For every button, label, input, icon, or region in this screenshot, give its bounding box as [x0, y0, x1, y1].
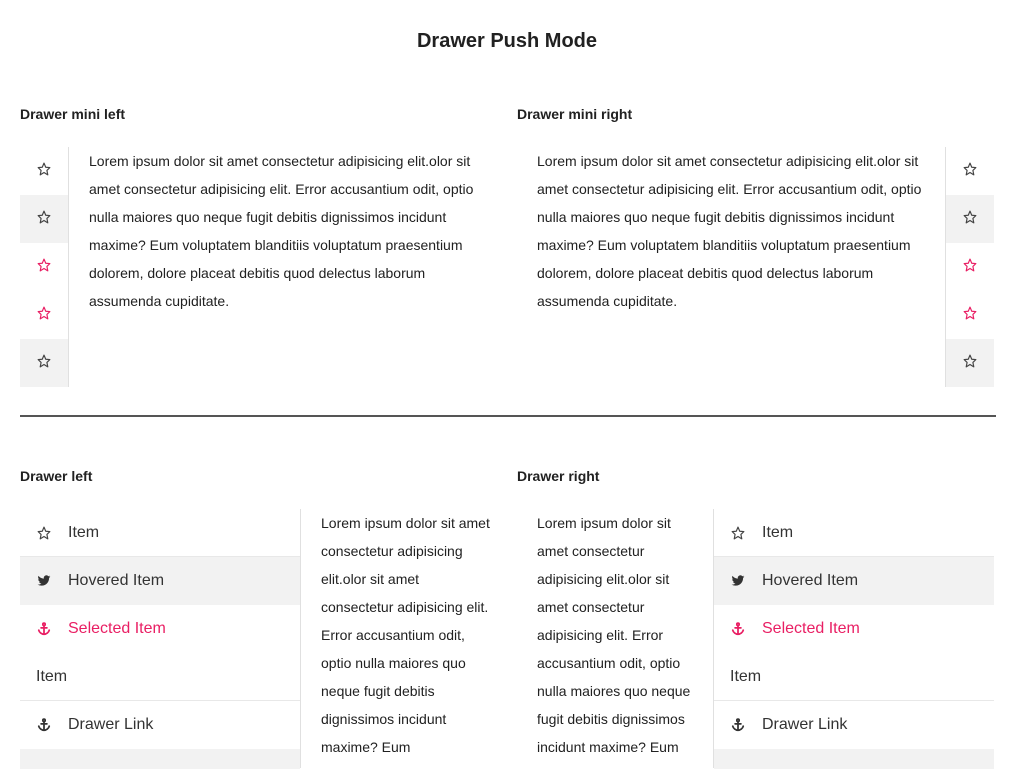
mini-item[interactable] — [946, 147, 994, 195]
content-text: Lorem ipsum dolor sit amet consectetur a… — [89, 153, 474, 309]
drawer-link-label: Drawer Link — [68, 716, 154, 733]
drawer-item-partial[interactable] — [20, 749, 300, 769]
star-outline-icon — [963, 258, 977, 277]
drawer-item-plain[interactable]: Item — [20, 653, 300, 701]
mini-item-selected[interactable] — [20, 291, 68, 339]
section-title-right: Drawer right — [517, 468, 600, 484]
anchor-icon — [20, 622, 68, 636]
drawer-item-label: Hovered Item — [762, 572, 859, 589]
drawer-right: Item Hovered Item Selected Item Item Dra… — [713, 509, 994, 769]
star-outline-icon — [20, 526, 68, 540]
drawer-item-selected[interactable]: Selected Item — [714, 605, 994, 653]
star-outline-icon — [963, 162, 977, 181]
twitter-icon — [714, 574, 762, 588]
section-title-mini-right: Drawer mini right — [517, 106, 633, 122]
section-divider — [20, 415, 996, 417]
star-outline-icon — [37, 354, 51, 373]
drawer-left: Item Hovered Item Selected Item Item Dra… — [20, 509, 301, 769]
star-outline-icon — [37, 210, 51, 229]
mini-item[interactable] — [20, 147, 68, 195]
star-outline-icon — [37, 306, 51, 325]
mini-item-hovered[interactable] — [20, 339, 68, 387]
anchor-icon — [20, 718, 68, 732]
drawer-link[interactable]: Drawer Link — [714, 701, 994, 749]
mini-item-selected[interactable] — [20, 243, 68, 291]
star-outline-icon — [37, 162, 51, 181]
star-outline-icon — [37, 258, 51, 277]
mini-drawer-left — [20, 147, 69, 387]
mini-item-selected[interactable] — [946, 243, 994, 291]
star-outline-icon — [963, 210, 977, 229]
anchor-icon — [714, 718, 762, 732]
drawer-item-label: Item — [730, 667, 762, 685]
drawer-item[interactable]: Item — [714, 509, 994, 557]
content-text: Lorem ipsum dolor sit amet consectetur a… — [321, 515, 490, 755]
drawer-item-label: Selected Item — [68, 620, 166, 637]
section-title-left: Drawer left — [20, 468, 93, 484]
drawer-item-label: Selected Item — [762, 620, 860, 637]
mini-item-hovered[interactable] — [946, 195, 994, 243]
drawer-link-label: Drawer Link — [762, 716, 848, 733]
mini-item-hovered[interactable] — [20, 195, 68, 243]
star-outline-icon — [714, 526, 762, 540]
mini-drawer-right — [945, 147, 994, 387]
drawer-item-plain[interactable]: Item — [714, 653, 994, 701]
drawer-item-selected[interactable]: Selected Item — [20, 605, 300, 653]
drawer-link[interactable]: Drawer Link — [20, 701, 300, 749]
drawer-item-label: Item — [68, 523, 100, 541]
content-text: Lorem ipsum dolor sit amet consectetur a… — [537, 515, 691, 755]
drawer-item-label: Item — [36, 667, 68, 685]
section-title-mini-left: Drawer mini left — [20, 106, 126, 122]
twitter-icon — [20, 574, 68, 588]
mini-item-hovered[interactable] — [946, 339, 994, 387]
drawer-item-label: Hovered Item — [68, 572, 165, 589]
content-text: Lorem ipsum dolor sit amet consectetur a… — [537, 153, 922, 309]
page-title: Drawer Push Mode — [416, 30, 598, 52]
anchor-icon — [714, 622, 762, 636]
star-outline-icon — [963, 306, 977, 325]
star-outline-icon — [963, 354, 977, 373]
drawer-item-hovered[interactable]: Hovered Item — [714, 557, 994, 605]
mini-item-selected[interactable] — [946, 291, 994, 339]
drawer-item[interactable]: Item — [20, 509, 300, 557]
drawer-item-label: Item — [762, 523, 794, 541]
drawer-item-hovered[interactable]: Hovered Item — [20, 557, 300, 605]
drawer-item-partial[interactable] — [714, 749, 994, 769]
